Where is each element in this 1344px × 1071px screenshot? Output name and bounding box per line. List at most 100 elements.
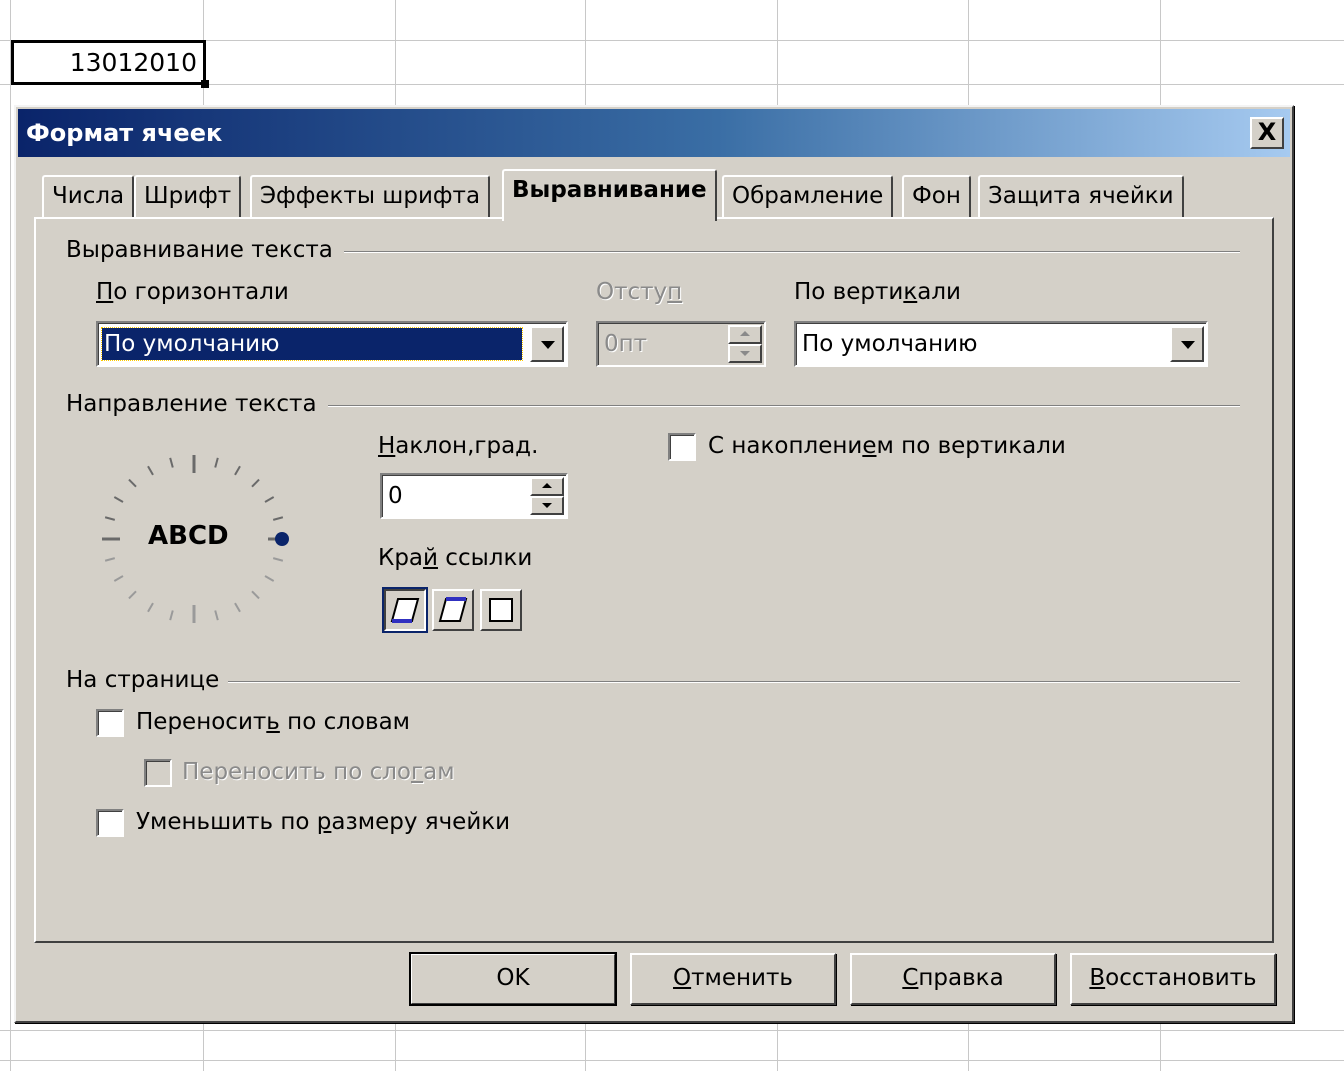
indent-label: Отступ xyxy=(596,279,682,305)
reference-edge-label: Край ссылки xyxy=(378,545,532,571)
label-text: Уменьшить по xyxy=(136,809,317,835)
section-on-page: На странице xyxy=(66,667,220,693)
dial-tick xyxy=(169,457,174,468)
tab-label: Шрифт xyxy=(144,183,232,209)
tab-label: Защита ячейки xyxy=(988,183,1174,209)
spin-up-icon[interactable] xyxy=(728,325,762,344)
angle-spinner[interactable] xyxy=(530,477,564,515)
button-label: правка xyxy=(918,965,1004,991)
section-divider xyxy=(328,405,1240,407)
section-divider xyxy=(344,251,1240,253)
label-text: Переносит xyxy=(136,709,267,735)
tab-label: Эффекты шрифта xyxy=(260,183,481,209)
dial-tick xyxy=(104,516,116,521)
hyphenation-checkbox[interactable] xyxy=(144,759,172,787)
edge-inside-button[interactable] xyxy=(480,589,522,631)
tab-alignment[interactable]: Выравнивание xyxy=(502,169,717,221)
spin-up-icon[interactable] xyxy=(530,477,564,496)
grid-line xyxy=(0,1030,1344,1031)
chevron-down-icon[interactable] xyxy=(1170,326,1204,362)
active-cell-value: 13012010 xyxy=(69,48,197,77)
dial-tick xyxy=(113,575,124,582)
edge-bottom-button[interactable] xyxy=(382,587,428,633)
vertical-select[interactable]: По умолчанию xyxy=(794,321,1208,367)
mnemonic: ь xyxy=(266,709,280,735)
dialog-titlebar[interactable]: Формат ячеек X xyxy=(18,109,1290,157)
edge-bottom-icon xyxy=(390,598,420,623)
mnemonic: В xyxy=(1089,965,1106,991)
section-text-direction: Направление текста xyxy=(66,391,317,417)
rotation-dial[interactable]: ABCD xyxy=(96,449,292,629)
button-label: тменить xyxy=(691,965,793,991)
help-button[interactable]: Справка xyxy=(850,953,1056,1005)
dial-tick xyxy=(264,496,275,503)
shrink-to-fit-checkbox[interactable] xyxy=(96,809,124,837)
vertical-select-value: По умолчанию xyxy=(802,331,978,357)
close-button[interactable]: X xyxy=(1250,117,1284,149)
tab-label: Фон xyxy=(912,183,961,209)
tab-font[interactable]: Шрифт xyxy=(134,175,242,217)
mnemonic: О xyxy=(673,965,692,991)
mnemonic: г xyxy=(411,759,424,785)
tab-background[interactable]: Фон xyxy=(902,175,971,217)
label-text: по словам xyxy=(279,709,411,735)
mnemonic: С xyxy=(902,965,919,991)
tab-label: Обрамление xyxy=(732,183,884,209)
dial-handle[interactable] xyxy=(275,532,289,546)
label-text: о горизонтали xyxy=(113,279,289,305)
cancel-button[interactable]: Отменить xyxy=(630,953,836,1005)
label-text: аклон,град. xyxy=(395,433,539,459)
label-text: ам xyxy=(423,759,455,785)
mnemonic: п xyxy=(667,279,683,305)
dial-tick xyxy=(264,575,275,582)
label-text: Отсту xyxy=(596,279,668,305)
dial-tick xyxy=(147,602,154,613)
edge-top-icon xyxy=(438,597,468,622)
indent-spinbox[interactable]: 0пт xyxy=(596,321,766,367)
horizontal-label: По горизонтали xyxy=(96,279,289,305)
dial-tick xyxy=(214,457,219,468)
chevron-down-icon[interactable] xyxy=(530,326,564,362)
label-text: али xyxy=(917,279,961,305)
dial-tick xyxy=(272,516,284,521)
mnemonic: к xyxy=(903,279,918,305)
indent-spinner[interactable] xyxy=(728,325,762,363)
active-cell[interactable]: 13012010 xyxy=(11,40,209,88)
shrink-to-fit-label: Уменьшить по размеру ячейки xyxy=(136,809,510,835)
mnemonic: е xyxy=(862,433,877,459)
label-text: м по вертикали xyxy=(876,433,1066,459)
dial-tick xyxy=(251,478,260,488)
label-text: ссылки xyxy=(437,545,533,571)
spin-down-icon[interactable] xyxy=(728,344,762,363)
mnemonic: й xyxy=(423,545,438,571)
dial-tick xyxy=(272,557,284,562)
mnemonic: Н xyxy=(378,433,396,459)
angle-spinbox[interactable]: 0 xyxy=(380,473,568,519)
dial-tick xyxy=(234,602,241,613)
tab-cell-protection[interactable]: Защита ячейки xyxy=(978,175,1184,217)
label-text: Переносить по сло xyxy=(182,759,412,785)
edge-inside-icon xyxy=(489,598,513,622)
dial-tick xyxy=(104,557,116,562)
angle-value: 0 xyxy=(388,483,403,509)
hyphenation-label: Переносить по слогам xyxy=(182,759,455,785)
tab-font-effects[interactable]: Эффекты шрифта xyxy=(250,175,491,217)
horizontal-select[interactable]: По умолчанию xyxy=(96,321,568,367)
section-divider xyxy=(228,681,1240,683)
fill-handle[interactable] xyxy=(201,80,209,88)
spin-down-icon[interactable] xyxy=(530,496,564,515)
edge-top-button[interactable] xyxy=(432,589,474,631)
horizontal-select-value: По умолчанию xyxy=(101,327,523,361)
ok-button[interactable]: OK xyxy=(409,952,617,1006)
dial-tick xyxy=(147,465,154,476)
reset-button[interactable]: Восстановить xyxy=(1070,953,1276,1005)
wrap-words-label: Переносить по словам xyxy=(136,709,410,735)
dial-tick xyxy=(113,496,124,503)
dialog-title: Формат ячеек xyxy=(26,119,223,147)
stacked-checkbox[interactable] xyxy=(668,433,696,461)
vertical-label: По вертикали xyxy=(794,279,961,305)
tab-numbers[interactable]: Числа xyxy=(42,175,135,217)
angle-label: Наклон,град. xyxy=(378,433,538,459)
wrap-words-checkbox[interactable] xyxy=(96,709,124,737)
tab-borders[interactable]: Обрамление xyxy=(722,175,894,217)
